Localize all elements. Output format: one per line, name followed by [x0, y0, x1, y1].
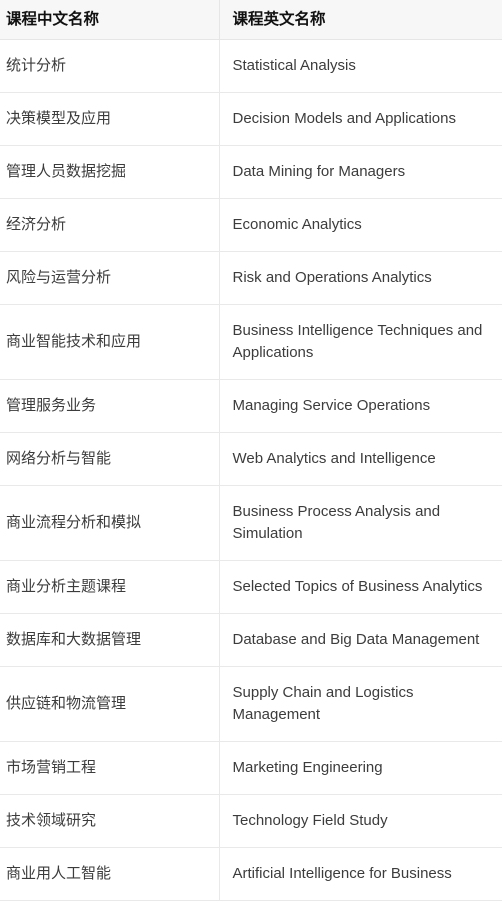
table-row: 风险与运营分析 Risk and Operations Analytics — [0, 251, 502, 305]
cell-english-name: Technology Field Study — [218, 794, 502, 848]
cell-chinese-name: 供应链和物流管理 — [0, 666, 219, 742]
cell-chinese-name: 商业用人工智能 — [0, 847, 219, 901]
cell-english-name: Marketing Engineering — [218, 741, 502, 795]
table-row: 商业智能技术和应用 Business Intelligence Technique… — [0, 304, 502, 380]
column-header-english-name: 课程英文名称 — [218, 0, 502, 40]
cell-english-name: Economic Analytics — [218, 198, 502, 252]
cell-english-name: Selected Topics of Business Analytics — [218, 560, 502, 614]
cell-chinese-name: 管理服务业务 — [0, 379, 219, 433]
table-row: 技术领域研究 Technology Field Study — [0, 794, 502, 848]
cell-english-name: Managing Service Operations — [218, 379, 502, 433]
cell-english-name: Supply Chain and Logistics Management — [218, 666, 502, 742]
cell-chinese-name: 技术领域研究 — [0, 794, 219, 848]
cell-chinese-name: 管理人员数据挖掘 — [0, 145, 219, 199]
cell-chinese-name: 经济分析 — [0, 198, 219, 252]
table-row: 供应链和物流管理 Supply Chain and Logistics Manag… — [0, 666, 502, 742]
cell-chinese-name: 统计分析 — [0, 39, 219, 93]
table-row: 商业用人工智能 Artificial Intelligence for Busin… — [0, 847, 502, 901]
column-header-chinese-name: 课程中文名称 — [0, 0, 219, 40]
cell-english-name: Web Analytics and Intelligence — [218, 432, 502, 486]
table-row: 经济分析 Economic Analytics — [0, 198, 502, 252]
table-row: 市场营销工程 Marketing Engineering — [0, 741, 502, 795]
cell-chinese-name: 商业流程分析和模拟 — [0, 485, 219, 561]
table-row: 管理人员数据挖掘 Data Mining for Managers — [0, 145, 502, 199]
cell-chinese-name: 决策模型及应用 — [0, 92, 219, 146]
cell-english-name: Risk and Operations Analytics — [218, 251, 502, 305]
cell-chinese-name: 市场营销工程 — [0, 741, 219, 795]
table-body: 统计分析 Statistical Analysis 决策模型及应用 Decision … — [0, 39, 502, 901]
table-row: 决策模型及应用 Decision Models and Applications — [0, 92, 502, 146]
cell-english-name: Business Process Analysis and Simulation — [218, 485, 502, 561]
cell-chinese-name: 风险与运营分析 — [0, 251, 219, 305]
table-row: 统计分析 Statistical Analysis — [0, 39, 502, 93]
table-row: 商业分析主题课程 Selected Topics of Business Anal… — [0, 560, 502, 614]
course-table-viewport: 课程中文名称 课程英文名称 统计分析 Statistical Analysis 决策… — [0, 0, 502, 902]
cell-english-name: Decision Models and Applications — [218, 92, 502, 146]
cell-english-name: Database and Big Data Management — [218, 613, 502, 667]
cell-english-name: Statistical Analysis — [218, 39, 502, 93]
cell-chinese-name: 商业智能技术和应用 — [0, 304, 219, 380]
table-row: 数据库和大数据管理 Database and Big Data Managemen… — [0, 613, 502, 667]
cell-english-name: Artificial Intelligence for Business — [218, 847, 502, 901]
course-list-table: 课程中文名称 课程英文名称 统计分析 Statistical Analysis 决策… — [0, 0, 502, 901]
table-header: 课程中文名称 课程英文名称 — [0, 0, 502, 40]
cell-english-name: Business Intelligence Techniques and App… — [218, 304, 502, 380]
cell-chinese-name: 网络分析与智能 — [0, 432, 219, 486]
cell-english-name: Data Mining for Managers — [218, 145, 502, 199]
table-row: 管理服务业务 Managing Service Operations — [0, 379, 502, 433]
table-row: 网络分析与智能 Web Analytics and Intelligence — [0, 432, 502, 486]
table-row: 商业流程分析和模拟 Business Process Analysis and S… — [0, 485, 502, 561]
cell-chinese-name: 商业分析主题课程 — [0, 560, 219, 614]
cell-chinese-name: 数据库和大数据管理 — [0, 613, 219, 667]
table-header-row: 课程中文名称 课程英文名称 — [0, 0, 502, 40]
